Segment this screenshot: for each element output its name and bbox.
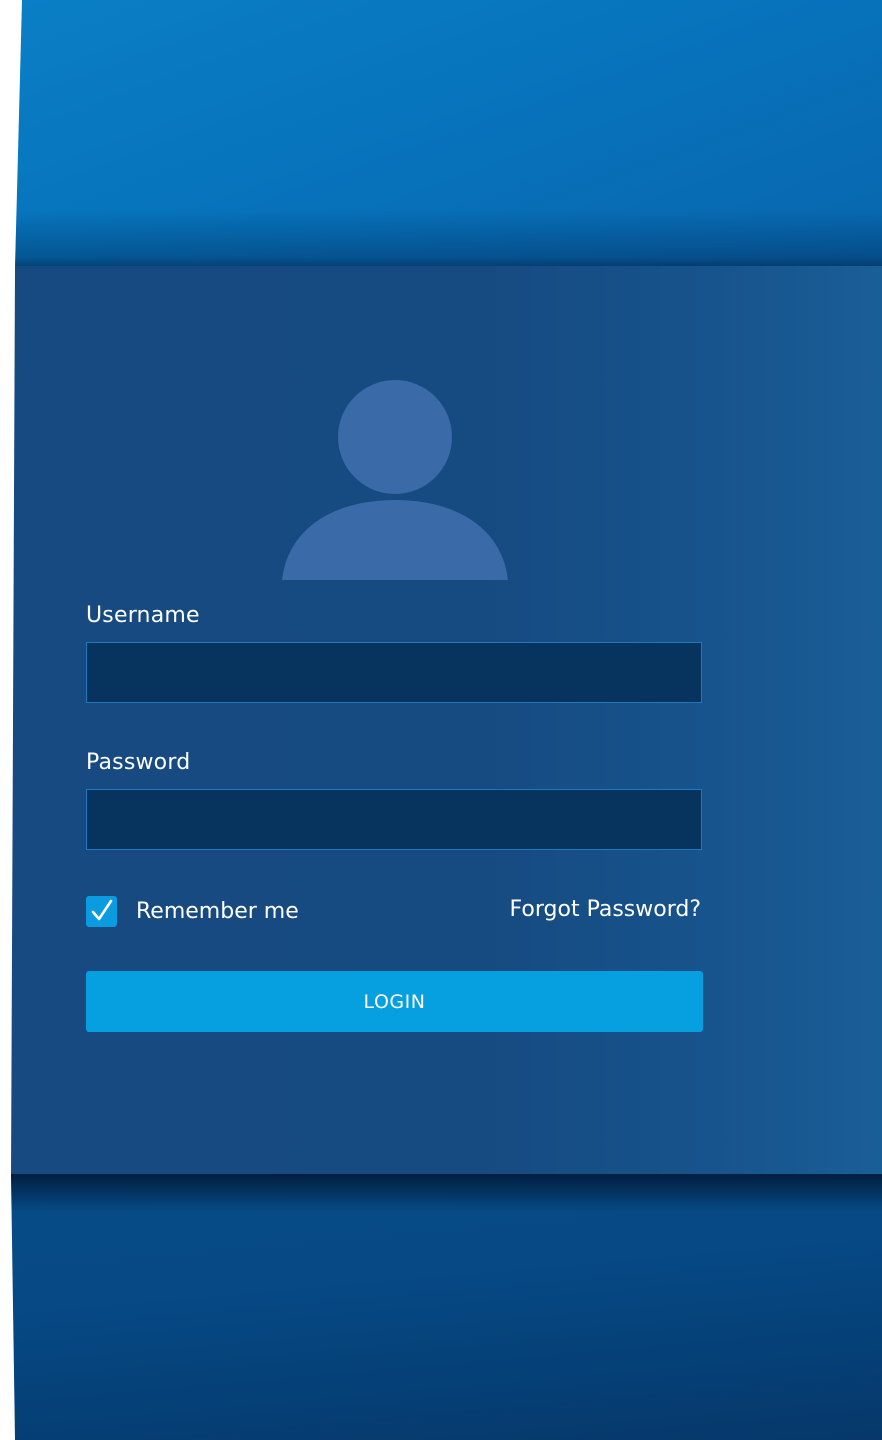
remember-me-checkbox[interactable] xyxy=(86,895,117,927)
username-input[interactable] xyxy=(86,642,702,703)
login-screen: Username Password Remember me Forgot Pas… xyxy=(0,0,882,1440)
forgot-password-link[interactable]: Forgot Password? xyxy=(510,897,701,922)
header-band xyxy=(15,0,882,268)
user-avatar-icon xyxy=(282,376,508,580)
checkmark-icon xyxy=(91,899,112,921)
footer-band xyxy=(11,1174,882,1440)
remember-me-row[interactable]: Remember me xyxy=(86,895,299,927)
login-button[interactable]: LOGIN xyxy=(86,971,703,1032)
username-label: Username xyxy=(86,603,200,628)
password-label: Password xyxy=(86,750,191,775)
password-input[interactable] xyxy=(86,789,702,850)
remember-me-label: Remember me xyxy=(136,898,299,924)
